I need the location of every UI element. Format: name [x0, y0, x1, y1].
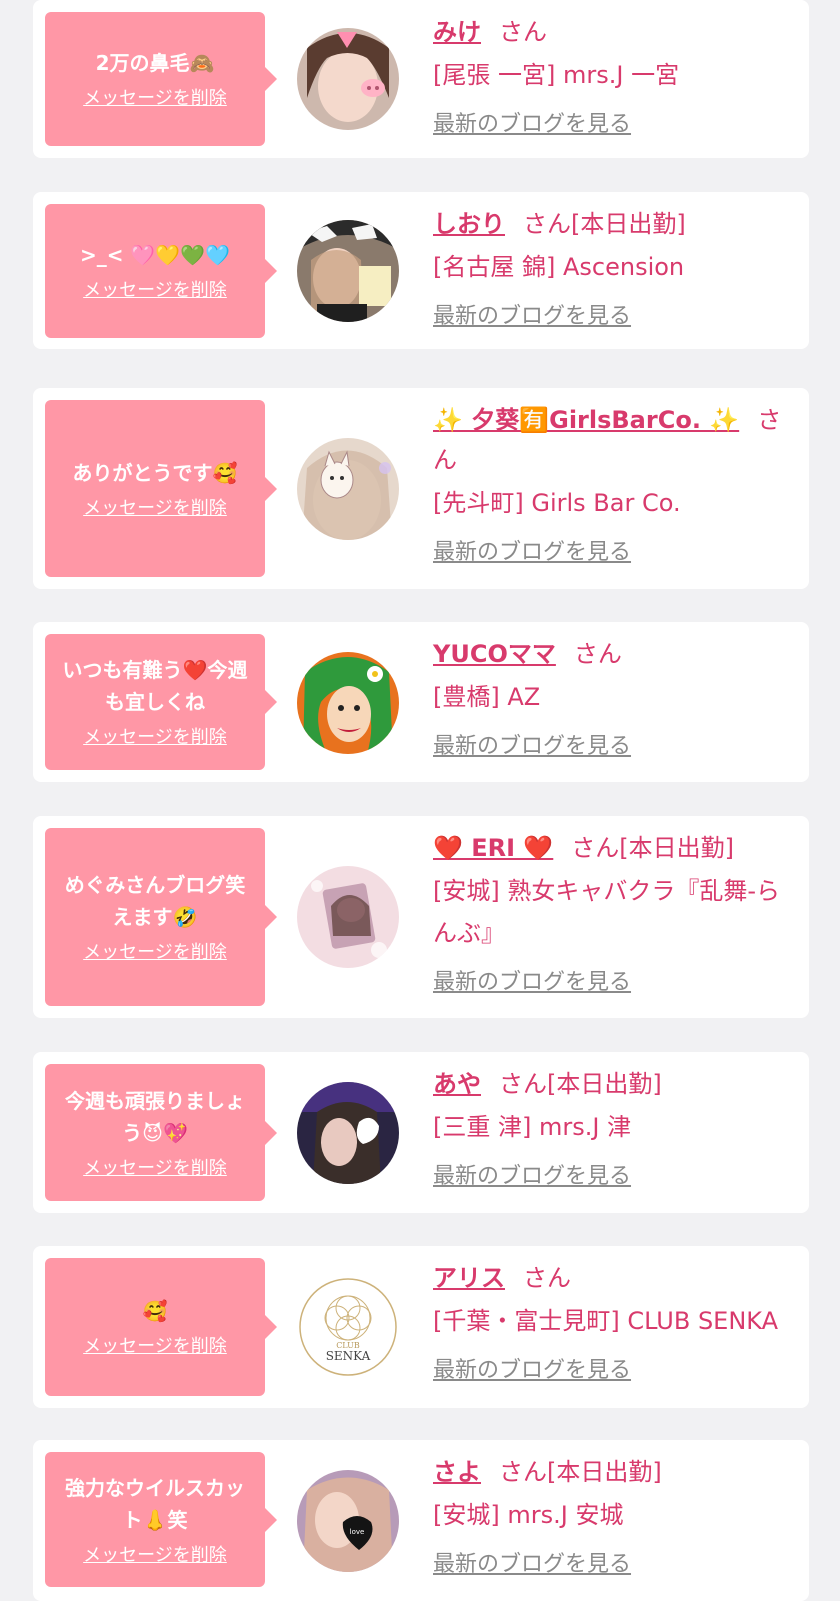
- latest-blog-link[interactable]: 最新のブログを見る: [433, 1158, 631, 1190]
- name-suffix: さん[本日出勤]: [571, 834, 735, 862]
- avatar[interactable]: love: [297, 1470, 399, 1572]
- cast-name-link[interactable]: YUCOママ: [433, 640, 556, 668]
- avatar[interactable]: [297, 652, 399, 754]
- cast-name-link[interactable]: アリス: [433, 1264, 505, 1292]
- list-item: めぐみさんブログ笑えます🤣 メッセージを削除 ❤️ ERI ❤️ さん[本日出勤]…: [33, 816, 809, 1018]
- logo-senka-text: SENKA: [326, 1349, 371, 1363]
- delete-message-button[interactable]: メッセージを削除: [83, 497, 227, 521]
- delete-message-button[interactable]: メッセージを削除: [83, 279, 227, 303]
- message-bubble: めぐみさんブログ笑えます🤣 メッセージを削除: [45, 828, 277, 1006]
- delete-message-button[interactable]: メッセージを削除: [83, 1335, 227, 1359]
- latest-blog-link[interactable]: 最新のブログを見る: [433, 298, 631, 330]
- name-suffix: さん[本日出勤]: [499, 1070, 662, 1098]
- list-item: >_< 🩷💛💚🩵 メッセージを削除 しおり さん[本日出勤] [名古屋 錦] As…: [33, 192, 809, 349]
- message-text: 2万の鼻毛🙈: [95, 51, 215, 75]
- avatar[interactable]: [297, 1082, 399, 1184]
- list-item: 今週も頑張りましょう😈💖 メッセージを削除 あや さん[本日出勤] [三重 津] …: [33, 1052, 809, 1213]
- list-item: 強力なウイルスカット👃笑 メッセージを削除 love さよ さん[本日出勤] [安…: [33, 1440, 809, 1601]
- name-suffix: さん[本日出勤]: [523, 210, 686, 238]
- shop-name: [安城] mrs.J 安城: [433, 1501, 624, 1529]
- shop-name: [先斗町] Girls Bar Co.: [433, 489, 681, 517]
- avatar[interactable]: [297, 438, 399, 540]
- message-bubble: 強力なウイルスカット👃笑 メッセージを削除: [45, 1452, 277, 1587]
- message-bubble: 今週も頑張りましょう😈💖 メッセージを削除: [45, 1064, 277, 1201]
- message-text: ありがとうです🥰: [72, 460, 238, 485]
- list-item: いつも有難う❤️今週も宜しくね メッセージを削除 YUCOママ さん [豊橋] A…: [33, 622, 809, 782]
- cast-name-link[interactable]: ❤️ ERI ❤️: [433, 834, 553, 862]
- message-bubble: >_< 🩷💛💚🩵 メッセージを削除: [45, 204, 277, 338]
- latest-blog-link[interactable]: 最新のブログを見る: [433, 1546, 631, 1578]
- shop-name: [尾張 一宮] mrs.J 一宮: [433, 61, 680, 89]
- list-item: ありがとうです🥰 メッセージを削除 ✨ 夕葵🈶GirlsBarCo. ✨ さん […: [33, 388, 809, 589]
- shop-name: [豊橋] AZ: [433, 683, 541, 711]
- shop-name: [名古屋 錦] Ascension: [433, 253, 685, 281]
- name-suffix: さん: [499, 18, 547, 46]
- message-bubble: 2万の鼻毛🙈 メッセージを削除: [45, 12, 277, 146]
- message-bubble: いつも有難う❤️今週も宜しくね メッセージを削除: [45, 634, 277, 770]
- cast-name-link[interactable]: みけ: [433, 18, 481, 46]
- message-bubble: ありがとうです🥰 メッセージを削除: [45, 400, 277, 577]
- shop-name: [安城] 熟女キャバクラ『乱舞-らんぶ』: [433, 877, 781, 947]
- latest-blog-link[interactable]: 最新のブログを見る: [433, 728, 631, 760]
- message-text: >_< 🩷💛💚🩵: [79, 243, 231, 267]
- shop-name: [千葉・富士見町] CLUB SENKA: [433, 1307, 779, 1335]
- latest-blog-link[interactable]: 最新のブログを見る: [433, 1352, 631, 1384]
- delete-message-button[interactable]: メッセージを削除: [83, 1157, 227, 1181]
- cast-name-link[interactable]: さよ: [433, 1458, 481, 1486]
- list-item: 🥰 メッセージを削除 CLUB SENKA アリス さん [千葉・富士見町] CL…: [33, 1246, 809, 1408]
- cast-name-link[interactable]: あや: [433, 1070, 481, 1098]
- avatar[interactable]: [297, 866, 399, 968]
- message-text: 今週も頑張りましょう😈💖: [65, 1088, 245, 1145]
- delete-message-button[interactable]: メッセージを削除: [83, 87, 227, 111]
- latest-blog-link[interactable]: 最新のブログを見る: [433, 964, 631, 996]
- shop-name: [三重 津] mrs.J 津: [433, 1113, 632, 1141]
- delete-message-button[interactable]: メッセージを削除: [83, 726, 227, 750]
- message-text: 強力なウイルスカット👃笑: [65, 1475, 245, 1532]
- name-suffix: さん: [523, 1264, 571, 1292]
- message-bubble: 🥰 メッセージを削除: [45, 1258, 277, 1396]
- cast-name-link[interactable]: しおり: [433, 210, 505, 238]
- delete-message-button[interactable]: メッセージを削除: [83, 941, 227, 965]
- avatar-overlay-text: love: [350, 1528, 365, 1536]
- avatar[interactable]: CLUB SENKA: [297, 1276, 399, 1378]
- name-suffix: さん: [573, 640, 622, 668]
- cast-name-link[interactable]: ✨ 夕葵🈶GirlsBarCo. ✨: [433, 406, 739, 434]
- message-text: めぐみさんブログ笑えます🤣: [64, 873, 246, 929]
- latest-blog-link[interactable]: 最新のブログを見る: [433, 534, 631, 566]
- avatar[interactable]: [297, 28, 399, 130]
- delete-message-button[interactable]: メッセージを削除: [83, 1544, 227, 1568]
- latest-blog-link[interactable]: 最新のブログを見る: [433, 106, 631, 138]
- name-suffix: さん[本日出勤]: [499, 1458, 662, 1486]
- avatar[interactable]: [297, 220, 399, 322]
- list-item: 2万の鼻毛🙈 メッセージを削除 みけ さん [尾張 一宮] mrs.J 一宮 最新…: [33, 0, 809, 158]
- message-text: いつも有難う❤️今週も宜しくね: [62, 658, 248, 714]
- message-text: 🥰: [142, 1299, 168, 1323]
